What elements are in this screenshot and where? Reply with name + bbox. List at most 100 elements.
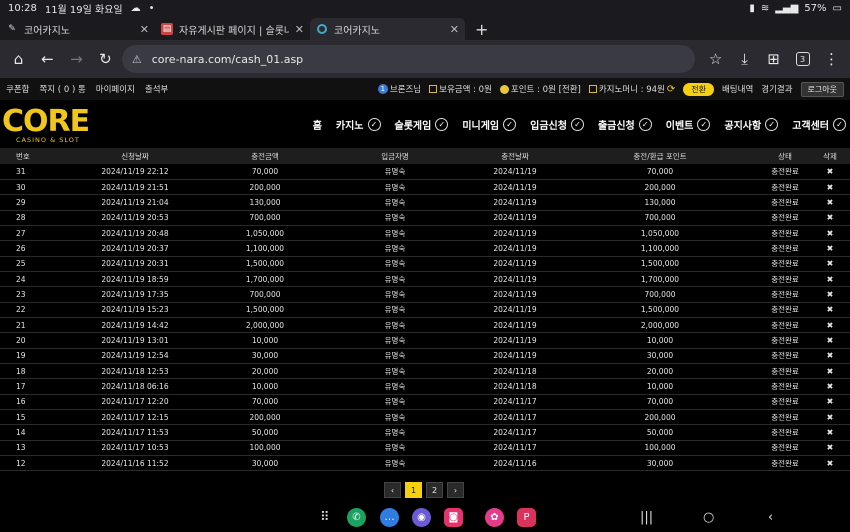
- menu-minigame[interactable]: 미니게임 ✓: [462, 117, 517, 132]
- mypage-link[interactable]: 마이페이지: [96, 83, 135, 95]
- menu-event[interactable]: 이벤트 ✓: [666, 117, 711, 132]
- chevron-circle-icon: ✓: [435, 117, 449, 131]
- menu-support[interactable]: 고객센터 ✓: [792, 117, 846, 132]
- attendance-link[interactable]: 출석부: [145, 83, 168, 95]
- forward-icon[interactable]: →: [64, 46, 89, 72]
- menu-deposit[interactable]: 입금신청 ✓: [530, 117, 584, 132]
- convert-button[interactable]: 전환: [683, 82, 714, 96]
- flower-app-icon[interactable]: ✿: [485, 508, 504, 527]
- table-row: 22 2024/11/19 15:23 1,500,000 유명숙 2024/11/19…: [0, 302, 850, 318]
- cell-no: 24: [16, 274, 26, 284]
- messages-link[interactable]: 쪽지 ( 0 ) 통: [39, 83, 85, 95]
- col-request-date: 신청날짜: [121, 151, 149, 161]
- delete-icon[interactable]: ✖: [810, 210, 850, 225]
- cell-req: 2024/11/18 06:16: [101, 381, 169, 391]
- menu-withdraw[interactable]: 출금신청 ✓: [598, 117, 652, 132]
- delete-icon[interactable]: ✖: [810, 317, 850, 332]
- cell-point: 1,100,000: [640, 243, 680, 253]
- more-menu-icon[interactable]: ⋮: [819, 46, 844, 72]
- cell-amount: 1,100,000: [245, 243, 285, 253]
- col-status: 상태: [778, 151, 792, 161]
- cell-point: 2,000,000: [640, 320, 680, 330]
- tab-title: 코어카지노: [24, 25, 70, 37]
- home-icon[interactable]: ⌂: [6, 46, 31, 72]
- results-link[interactable]: 경기결과: [761, 83, 792, 95]
- url-text: core-nara.com/cash_01.asp: [151, 52, 304, 66]
- download-icon[interactable]: ⤓: [732, 46, 757, 72]
- back-button-icon[interactable]: ‹: [768, 510, 773, 525]
- cell-req: 2024/11/19 20:37: [101, 243, 169, 253]
- menu-slot[interactable]: 슬롯게임 ✓: [395, 117, 449, 132]
- delete-icon[interactable]: ✖: [810, 363, 850, 378]
- delete-icon[interactable]: ✖: [810, 440, 850, 455]
- wallet-icon: [429, 85, 438, 93]
- delete-icon[interactable]: ✖: [810, 225, 850, 240]
- col-charge-date: 충전날짜: [501, 151, 529, 161]
- menu-home[interactable]: 홈: [313, 117, 322, 132]
- reload-icon[interactable]: ↻: [93, 46, 118, 72]
- camera-app-icon[interactable]: ◙: [444, 508, 463, 527]
- recents-icon[interactable]: |||: [640, 510, 653, 525]
- cell-req: 2024/11/17 11:53: [101, 428, 169, 438]
- phone-app-icon[interactable]: ✆: [347, 508, 366, 527]
- table-row: 15 2024/11/17 12:15 200,000 유명숙 2024/11/17 20…: [0, 410, 850, 425]
- delete-icon[interactable]: ✖: [810, 195, 850, 210]
- delete-icon[interactable]: ✖: [810, 179, 850, 194]
- bookmark-star-icon[interactable]: ☆: [703, 46, 728, 72]
- casino-money-text: 카지노머니 : 94원: [598, 85, 665, 95]
- cell-point: 1,700,000: [640, 274, 680, 284]
- logout-button[interactable]: 로그아웃: [800, 81, 844, 97]
- delete-icon[interactable]: ✖: [810, 348, 850, 363]
- next-page-button[interactable]: ›: [447, 482, 464, 498]
- tab-3[interactable]: 코어카지노 ✕: [310, 18, 465, 40]
- new-tab-icon[interactable]: +: [465, 18, 498, 40]
- delete-icon[interactable]: ✖: [810, 271, 850, 286]
- tab-2[interactable]: ▤ 자유게시판 페이지 | 슬롯나라 - ✕: [155, 18, 310, 40]
- delete-icon[interactable]: ✖: [810, 302, 850, 317]
- core-favicon-icon: [316, 23, 328, 35]
- prev-page-button[interactable]: ‹: [384, 482, 401, 498]
- tab-switcher-button[interactable]: 3: [790, 46, 815, 72]
- delete-icon[interactable]: ✖: [810, 410, 850, 425]
- table-body: 31 2024/11/19 22:12 70,000 유명숙 2024/11/19 70,…: [0, 164, 850, 471]
- delete-icon[interactable]: ✖: [810, 333, 850, 348]
- refresh-icon[interactable]: ⟳: [667, 84, 675, 95]
- system-status-bar: 10:28 11월 19일 화요일 ☁ • ▮ ≋ ▂▄▆ 57% ▭: [0, 0, 850, 16]
- close-icon[interactable]: ✕: [450, 23, 459, 36]
- coupon-link[interactable]: 쿠폰함: [6, 83, 29, 95]
- delete-icon[interactable]: ✖: [810, 394, 850, 409]
- delete-icon[interactable]: ✖: [810, 456, 850, 471]
- page-1-button[interactable]: 1: [405, 482, 422, 498]
- cell-no: 14: [16, 428, 26, 438]
- cell-status: 충전완료: [771, 274, 799, 284]
- delete-icon[interactable]: ✖: [810, 256, 850, 271]
- delete-icon[interactable]: ✖: [810, 379, 850, 394]
- cell-req: 2024/11/19 18:59: [101, 274, 169, 284]
- delete-icon[interactable]: ✖: [810, 241, 850, 256]
- close-icon[interactable]: ✕: [140, 23, 149, 36]
- tab-1[interactable]: ✎ 코어카지노 ✕: [0, 18, 155, 40]
- core-logo[interactable]: CORE CASINO & SLOT: [2, 100, 102, 148]
- home-button-icon[interactable]: ○: [703, 510, 714, 525]
- delete-icon[interactable]: ✖: [810, 164, 850, 179]
- cell-amount: 130,000: [249, 197, 281, 207]
- delete-icon[interactable]: ✖: [810, 425, 850, 440]
- bet-history-link[interactable]: 배팅내역: [722, 83, 753, 95]
- chat-app-icon[interactable]: ◉: [412, 508, 431, 527]
- menu-casino[interactable]: 카지노 ✓: [336, 117, 381, 132]
- translate-icon[interactable]: ⊞: [761, 46, 786, 72]
- delete-icon[interactable]: ✖: [810, 287, 850, 302]
- points[interactable]: 포인트 : 0원 [전환]: [499, 83, 581, 95]
- address-bar[interactable]: ⚠ core-nara.com/cash_01.asp: [121, 45, 696, 73]
- site-info-icon[interactable]: ⚠: [132, 53, 142, 66]
- cell-req: 2024/11/17 12:20: [101, 397, 169, 407]
- page-2-button[interactable]: 2: [426, 482, 443, 498]
- messages-app-icon[interactable]: …: [380, 508, 399, 527]
- cell-no: 13: [16, 443, 26, 453]
- back-icon[interactable]: ←: [35, 46, 60, 72]
- menu-notice[interactable]: 공지사항 ✓: [724, 117, 779, 132]
- p-app-icon[interactable]: P: [517, 508, 536, 527]
- col-amount: 충전금액: [251, 151, 279, 161]
- app-drawer-icon[interactable]: ⠿: [320, 510, 330, 525]
- close-icon[interactable]: ✕: [295, 23, 304, 36]
